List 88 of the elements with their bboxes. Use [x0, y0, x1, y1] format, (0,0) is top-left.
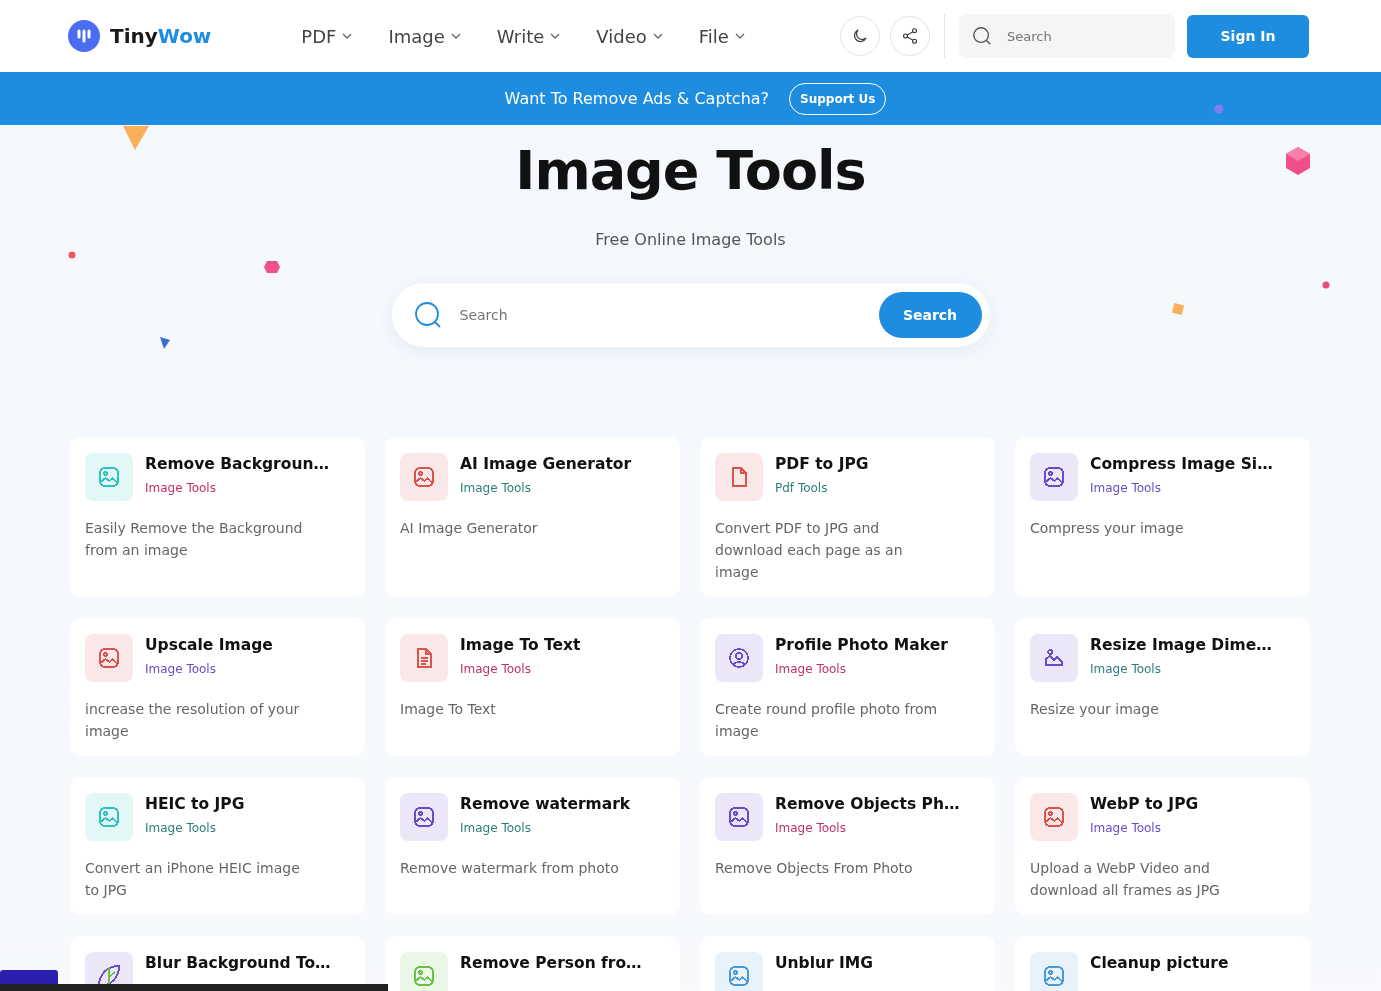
confetti-shape [1171, 302, 1185, 316]
tool-card[interactable]: Cleanup picture [1015, 936, 1310, 991]
confetti-shape [1284, 146, 1312, 176]
tool-description: Image To Text [400, 700, 497, 719]
search-input[interactable]: Search [1005, 27, 1149, 45]
chevron-down-icon [652, 33, 663, 39]
tool-description: AI Image Generator [400, 519, 539, 538]
tool-title: Resize Image Dime… [1090, 636, 1272, 654]
page-title: Image Tools [515, 139, 866, 202]
search-field[interactable]: Search [959, 14, 1175, 58]
tool-title: Remove Backgroun… [145, 455, 329, 473]
tool-title: Remove Objects Ph… [775, 795, 960, 813]
tool-category: Image Tools [775, 821, 847, 835]
confetti-shape [159, 336, 171, 350]
tool-title: Compress Image Si… [1090, 455, 1273, 473]
tool-description: Easily Remove the Background from an image [85, 519, 304, 560]
tool-description: Remove Objects From Photo [715, 859, 914, 878]
tool-description: increase the resolution of your image [85, 700, 301, 741]
tool-category: Image Tools [145, 662, 217, 676]
tool-title: Profile Photo Maker [775, 636, 948, 654]
tool-card[interactable]: HEIC to JPG Image Tools Convert an iPhone HEIC image to JPG [70, 777, 365, 915]
search-icon [971, 25, 993, 47]
tool-card[interactable]: Remove Person fro… [385, 936, 680, 991]
chevron-down-icon [342, 33, 353, 39]
tool-category: Image Tools [460, 481, 532, 495]
tool-description: Convert an iPhone HEIC image to JPG [85, 859, 301, 900]
tool-title: Image To Text [460, 636, 581, 654]
tool-title: Unblur IMG [775, 954, 874, 972]
search-button[interactable]: Search [878, 292, 982, 338]
tool-title: Remove Person fro… [460, 954, 642, 972]
tool-card[interactable]: Image To Text Image Tools Image To Text [385, 618, 680, 756]
tool-card[interactable]: PDF to JPG Pdf Tools Convert PDF to JPG and download each page as an image [700, 437, 995, 597]
dot-shape [68, 251, 76, 259]
tool-title: Remove watermark [460, 795, 631, 813]
tool-category: Image Tools [145, 481, 217, 495]
tool-title: PDF to JPG [775, 455, 869, 473]
tool-description: Upload a WebP Video and download all frames as JPG [1030, 859, 1221, 900]
nav-menu[interactable]: Image [388, 25, 461, 47]
tool-card[interactable]: Remove Backgroun… Image Tools Easily Remove the Background from an image [70, 437, 365, 597]
tool-title: HEIC to JPG [145, 795, 245, 813]
tool-category: Image Tools [145, 821, 217, 835]
tool-card[interactable]: Remove watermark Image Tools Remove watermark from photo [385, 777, 680, 915]
tool-description: Remove watermark from photo [400, 859, 620, 878]
sign-in-button[interactable]: Sign In [1187, 14, 1309, 58]
tool-card[interactable]: WebP to JPG Image Tools Upload a WebP Video and download all frames as JPG [1015, 777, 1310, 915]
tool-description: Resize your image [1030, 700, 1160, 719]
tool-description: Convert PDF to JPG and download each page as an image [715, 519, 904, 582]
share-button[interactable] [890, 16, 930, 56]
tool-category: Image Tools [1090, 481, 1162, 495]
tool-description: Compress your image [1030, 519, 1185, 538]
logo-link[interactable]: TinyWow [68, 20, 212, 52]
nav-menu[interactable]: File [698, 25, 745, 47]
nav-menu[interactable]: PDF [301, 25, 353, 47]
share-icon [901, 27, 919, 45]
tool-card[interactable]: Unblur IMG [700, 936, 995, 991]
logo-icon [68, 20, 100, 52]
tool-category: Image Tools [460, 821, 532, 835]
chevron-down-icon [450, 33, 461, 39]
tool-title: WebP to JPG [1090, 795, 1199, 813]
tool-category: Image Tools [775, 662, 847, 676]
tool-category: Image Tools [1090, 662, 1162, 676]
nav-menu[interactable]: Write [496, 25, 561, 47]
tool-title: Upscale Image [145, 636, 273, 654]
search-icon [413, 301, 442, 329]
banner-text: Want To Remove Ads & Captcha? [504, 89, 770, 108]
chevron-down-icon [550, 33, 561, 39]
tool-card[interactable]: Resize Image Dime… Image Tools Resize your image [1015, 618, 1310, 756]
tool-card[interactable]: AI Image Generator Image Tools AI Image Generator [385, 437, 680, 597]
dark-mode-button[interactable] [840, 16, 880, 56]
tool-card[interactable]: Upscale Image Image Tools increase the resolution of your image [70, 618, 365, 756]
tool-category: Image Tools [1090, 821, 1162, 835]
tool-title: Cleanup picture [1090, 954, 1229, 972]
dot-shape [1322, 281, 1330, 289]
moon-icon [851, 27, 869, 45]
tool-title: AI Image Generator [460, 455, 632, 473]
search-input[interactable]: Search [457, 306, 879, 324]
dot-shape [1214, 104, 1224, 114]
tool-card[interactable]: Compress Image Si… Image Tools Compress your image [1015, 437, 1310, 597]
page-subtitle: Free Online Image Tools [595, 230, 786, 249]
tool-title: Blur Background To… [145, 954, 331, 972]
tool-description: Create round profile photo from image [715, 700, 939, 741]
tool-category: Pdf Tools [775, 481, 829, 495]
tool-category: Image Tools [460, 662, 532, 676]
chevron-down-icon [734, 33, 745, 39]
nav-menu[interactable]: Video [596, 25, 663, 47]
tool-card[interactable]: Profile Photo Maker Image Tools Create round profile photo from image [700, 618, 995, 756]
tool-card[interactable]: Remove Objects Ph… Image Tools Remove Objects From Photo [700, 777, 995, 915]
confetti-shape [263, 260, 281, 274]
